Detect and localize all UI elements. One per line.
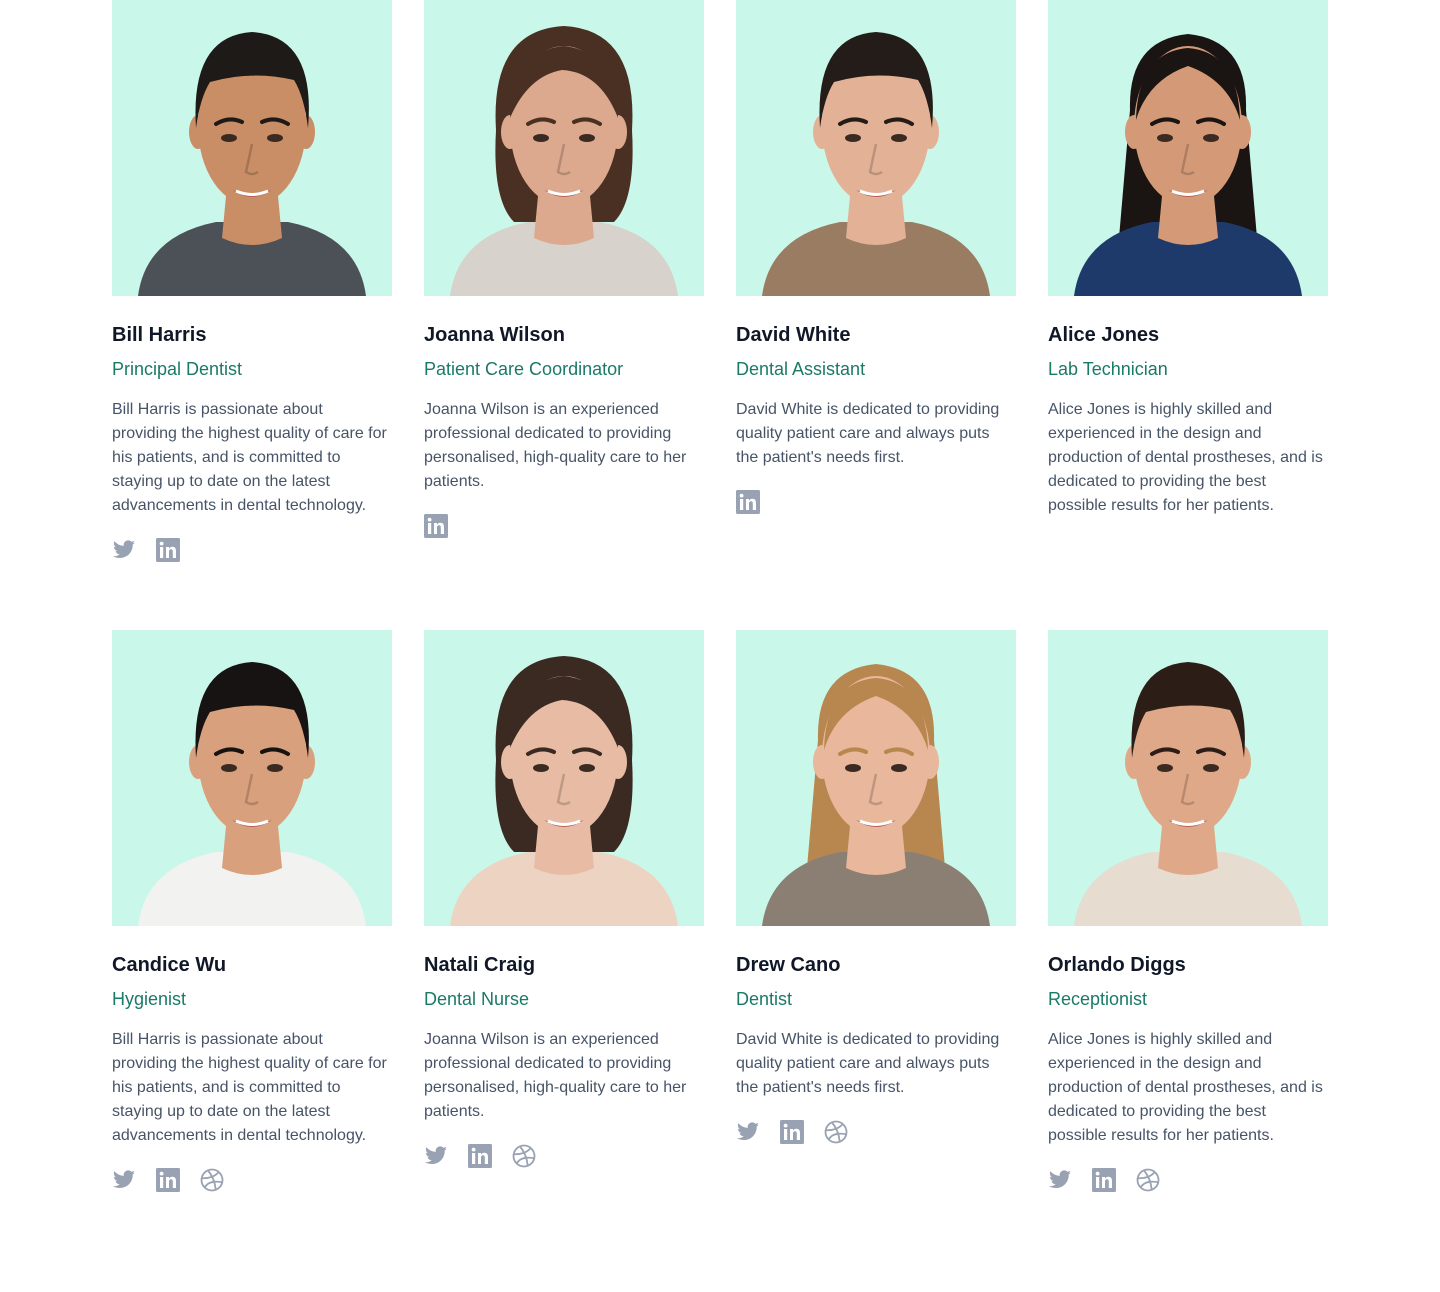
- team-member-name: Drew Cano: [736, 954, 841, 976]
- portrait-image: [138, 32, 366, 296]
- team-member-name: Alice Jones: [1048, 324, 1160, 346]
- team-member-name: Candice Wu: [112, 954, 227, 976]
- team-member-bio: David White is dedicated to providing qu…: [736, 1031, 1000, 1096]
- team-grid: Bill Harris Principal Dentist Bill Harris …: [112, 0, 1328, 1260]
- team-member-bio: Joanna Wilson is an experienced professi…: [424, 1031, 687, 1120]
- social-links: [736, 490, 760, 514]
- team-member-bio: Alice Jones is highly skilled and experi…: [1048, 401, 1323, 514]
- dribbble-icon[interactable]: [512, 1144, 536, 1168]
- team-member-role: Hygienist: [112, 989, 187, 1009]
- twitter-icon[interactable]: [1048, 1168, 1072, 1192]
- linkedin-icon[interactable]: [780, 1120, 804, 1144]
- team-member-card: Alice Jones Lab Technician Alice Jones is …: [1048, 0, 1328, 630]
- linkedin-icon[interactable]: [156, 538, 180, 562]
- social-links: [1048, 1168, 1160, 1192]
- twitter-icon[interactable]: [112, 1168, 136, 1192]
- team-member-bio: David White is dedicated to providing qu…: [736, 401, 1000, 466]
- team-member-photo: [1048, 630, 1328, 926]
- team-member-bio: Joanna Wilson is an experienced professi…: [424, 401, 687, 490]
- social-links: [112, 538, 180, 562]
- team-member-photo: [736, 630, 1016, 926]
- team-member-role: Patient Care Coordinator: [424, 359, 624, 379]
- team-member-role: Dentist: [736, 989, 793, 1009]
- team-member-photo: [112, 630, 392, 926]
- team-member-name: Natali Craig: [424, 954, 536, 976]
- portrait-image: [450, 656, 678, 926]
- team-member-photo: [112, 0, 392, 296]
- team-member-card: Orlando Diggs Receptionist Alice Jones is …: [1048, 630, 1328, 1260]
- team-member-role: Receptionist: [1048, 989, 1148, 1009]
- social-links: [112, 1168, 224, 1192]
- portrait-image: [450, 26, 678, 296]
- team-member-name: Orlando Diggs: [1048, 954, 1186, 976]
- team-member-bio: Bill Harris is passionate about providin…: [112, 1031, 387, 1144]
- team-member-name: Bill Harris: [112, 324, 207, 346]
- linkedin-icon[interactable]: [1092, 1168, 1116, 1192]
- twitter-icon[interactable]: [112, 538, 136, 562]
- team-member-name: David White: [736, 324, 851, 346]
- team-member-role: Lab Technician: [1048, 359, 1168, 379]
- portrait-image: [1074, 662, 1302, 926]
- team-member-bio: Bill Harris is passionate about providin…: [112, 401, 387, 514]
- team-member-photo: [736, 0, 1016, 296]
- team-member-photo: [1048, 0, 1328, 296]
- linkedin-icon[interactable]: [736, 490, 760, 514]
- team-member-card: Joanna Wilson Patient Care Coordinator Joa…: [424, 0, 704, 630]
- team-member-card: Candice Wu Hygienist Bill Harris is passio…: [112, 630, 392, 1260]
- linkedin-icon[interactable]: [424, 514, 448, 538]
- portrait-image: [762, 32, 990, 296]
- team-member-role: Principal Dentist: [112, 359, 243, 379]
- dribbble-icon[interactable]: [1136, 1168, 1160, 1192]
- team-member-card: Natali Craig Dental Nurse Joanna Wilson is…: [424, 630, 704, 1260]
- dribbble-icon[interactable]: [824, 1120, 848, 1144]
- twitter-icon[interactable]: [424, 1144, 448, 1168]
- portrait-image: [138, 662, 366, 926]
- linkedin-icon[interactable]: [468, 1144, 492, 1168]
- social-links: [424, 1144, 536, 1168]
- dribbble-icon[interactable]: [200, 1168, 224, 1192]
- portrait-image: [762, 664, 990, 926]
- team-member-photo: [424, 0, 704, 296]
- team-member-card: David White Dental Assistant David White i…: [736, 0, 1016, 630]
- team-member-card: Drew Cano Dentist David White is dedicated…: [736, 630, 1016, 1260]
- team-member-bio: Alice Jones is highly skilled and experi…: [1048, 1031, 1323, 1144]
- team-member-name: Joanna Wilson: [424, 324, 565, 346]
- team-member-role: Dental Assistant: [736, 359, 866, 379]
- team-member-role: Dental Nurse: [424, 989, 530, 1009]
- twitter-icon[interactable]: [736, 1120, 760, 1144]
- portrait-image: [1074, 34, 1302, 296]
- linkedin-icon[interactable]: [156, 1168, 180, 1192]
- team-member-card: Bill Harris Principal Dentist Bill Harris …: [112, 0, 392, 630]
- social-links: [736, 1120, 848, 1144]
- social-links: [424, 514, 448, 538]
- team-member-photo: [424, 630, 704, 926]
